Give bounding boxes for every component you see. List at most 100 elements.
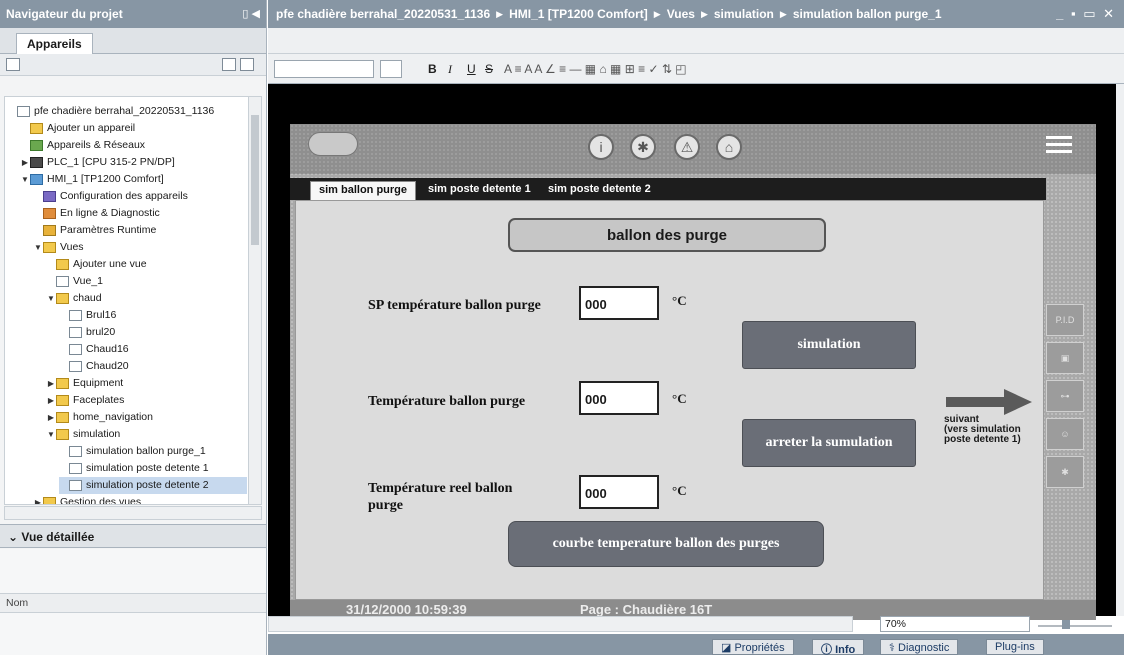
next-arrow-icon[interactable]	[946, 389, 1032, 415]
pid-button[interactable]: P.I.D	[1046, 304, 1084, 336]
strikethrough-button[interactable]: S	[485, 59, 493, 79]
tree-node[interactable]: Ajouter un appareil	[20, 120, 247, 137]
page-name-display: Page : Chaudière 16T	[580, 602, 713, 617]
tree-node[interactable]: Chaud16	[59, 341, 247, 358]
stop-simulation-button[interactable]: arreter la sumulation	[742, 419, 916, 467]
editor-vertical-scrollbar[interactable]	[1116, 84, 1124, 616]
tree-node[interactable]: En ligne & Diagnostic	[33, 205, 247, 222]
tree-node[interactable]: Ajouter une vue	[46, 256, 247, 273]
tree-node[interactable]: ▶ Equipment	[46, 375, 247, 392]
breadcrumb-hmi[interactable]: HMI_1 [TP1200 Comfort]	[509, 7, 648, 21]
italic-button[interactable]: I	[448, 59, 452, 79]
side-navigation: P.I.D ▣ ⊶ ☺ ✱	[1046, 304, 1086, 514]
zoom-slider[interactable]	[1036, 618, 1114, 630]
tree-node-label: Gestion des vues	[60, 496, 142, 505]
detail-name-column[interactable]: Nom	[0, 593, 266, 613]
chevron-down-icon[interactable]: ▼	[33, 239, 43, 256]
sync-icon[interactable]	[240, 58, 254, 71]
tree-node[interactable]: brul20	[59, 324, 247, 341]
format-tools-icon[interactable]: A ≡ A A ∠ ≡ — ▦ ⌂ ▦ ⊞ ≡ ✓ ⇅ ◰	[504, 59, 687, 79]
tab-diagnostic[interactable]: ⚕ Diagnostic	[880, 639, 959, 655]
tree-node-label: brul20	[86, 326, 116, 338]
detail-view-title[interactable]: ⌄ Vue détaillée	[0, 524, 266, 548]
tree-node[interactable]: simulation poste detente 1	[59, 460, 247, 477]
tree-node[interactable]: ▶ Faceplates	[46, 392, 247, 409]
font-size-select[interactable]	[380, 60, 402, 78]
tree-horizontal-scrollbar[interactable]	[4, 506, 262, 520]
breadcrumb-screen[interactable]: simulation ballon purge_1	[793, 7, 942, 21]
menu-icon[interactable]	[1046, 132, 1072, 158]
screen-icon	[69, 480, 82, 491]
tab-sim-ballon-purge[interactable]: sim ballon purge	[310, 181, 417, 200]
tab-plugins[interactable]: Plug-ins	[986, 639, 1044, 655]
chevron-right-icon[interactable]: ▶	[33, 494, 43, 504]
font-select[interactable]	[274, 60, 374, 78]
tree-node[interactable]: ▼ chaud	[46, 290, 247, 307]
tree-node[interactable]: Paramètres Runtime	[33, 222, 247, 239]
temperature-curve-button[interactable]: courbe temperature ballon des purges	[508, 521, 824, 567]
user-icon[interactable]: ☺	[1046, 418, 1084, 450]
tree-node-label: Brul16	[86, 309, 117, 321]
zoom-select[interactable]: 70%	[880, 616, 1030, 632]
reset-icon[interactable]: ✱	[1046, 456, 1084, 488]
trend-icon[interactable]: ▣	[1046, 342, 1084, 374]
tree-node[interactable]: ▼ HMI_1 [TP1200 Comfort]	[20, 171, 247, 188]
tree-node[interactable]: ▶ PLC_1 [CPU 315-2 PN/DP]	[20, 154, 247, 171]
underline-button[interactable]: U	[467, 59, 476, 79]
tree-node[interactable]: ▼ simulation	[46, 426, 247, 443]
temperature-field[interactable]: 000	[579, 381, 659, 415]
info-icon[interactable]: i	[588, 134, 614, 160]
chevron-right-icon[interactable]: ▶	[46, 392, 56, 409]
tree-node[interactable]: Brul16	[59, 307, 247, 324]
window-controls[interactable]: _ ▪ ▭ ✕	[1056, 6, 1116, 22]
collapse-icon[interactable]: ▯ ◀	[242, 7, 260, 20]
chevron-down-icon[interactable]: ▼	[46, 426, 56, 443]
tree-node-label: Paramètres Runtime	[60, 224, 157, 236]
tab-properties[interactable]: ◪ Propriétés	[712, 639, 794, 655]
tree-node-label: simulation poste detente 1	[86, 462, 209, 474]
tree-scrollbar[interactable]	[248, 97, 261, 504]
screen-tabs: sim ballon purge sim poste detente 1 sim…	[290, 178, 1046, 200]
tree-node-label: chaud	[73, 292, 102, 304]
tab-info[interactable]: ⓘ Info	[812, 639, 865, 655]
tree-node[interactable]: ▶ home_navigation	[46, 409, 247, 426]
overview-icon[interactable]	[6, 58, 20, 71]
tree-node[interactable]: Configuration des appareils	[33, 188, 247, 205]
tree-node[interactable]: pfe chadière berrahal_20220531_1136	[7, 103, 247, 120]
breadcrumb-project[interactable]: pfe chadière berrahal_20220531_1136	[276, 7, 490, 21]
gear-icon[interactable]: ✱	[630, 134, 656, 160]
tree-node[interactable]: simulation ballon purge_1	[59, 443, 247, 460]
panel-title[interactable]: ballon des purge	[508, 218, 826, 252]
tab-sim-poste-detente-1[interactable]: sim poste detente 1	[420, 181, 539, 200]
chevron-right-icon[interactable]: ▶	[20, 154, 30, 171]
chevron-down-icon[interactable]: ▼	[46, 290, 56, 307]
alarm-icon[interactable]: ⚠	[674, 134, 700, 160]
real-temperature-field[interactable]: 000	[579, 475, 659, 509]
breadcrumb-simulation[interactable]: simulation	[714, 7, 774, 21]
chevron-right-icon[interactable]: ▶	[46, 409, 56, 426]
tab-info-label: Info	[835, 644, 856, 655]
editor-horizontal-scrollbar[interactable]	[268, 616, 853, 632]
tab-diagnostic-label: Diagnostic	[898, 642, 950, 654]
tree-node[interactable]: ▶ Gestion des vues	[33, 494, 247, 505]
temperature-label: Température ballon purge	[368, 394, 526, 409]
tab-sim-poste-detente-2[interactable]: sim poste detente 2	[540, 181, 659, 200]
screen-icon	[69, 463, 82, 474]
valve-icon[interactable]: ⊶	[1046, 380, 1084, 412]
chevron-right-icon[interactable]: ▶	[46, 375, 56, 392]
tree-node[interactable]: Appareils & Réseaux	[20, 137, 247, 154]
sp-temperature-field[interactable]: 000	[579, 286, 659, 320]
tree-node[interactable]: simulation poste detente 2	[59, 477, 247, 494]
tree-node[interactable]: Vue_1	[46, 273, 247, 290]
chevron-down-icon[interactable]: ▼	[20, 171, 30, 188]
screen-editor-canvas[interactable]: i ✱ ⚠ ⌂ sim ballon purge sim poste deten…	[268, 84, 1116, 620]
tree-node[interactable]: ▼ Vues	[33, 239, 247, 256]
simulation-button[interactable]: simulation	[742, 321, 916, 369]
tab-appareils[interactable]: Appareils	[16, 33, 93, 54]
screen-icon	[69, 344, 82, 355]
view-toggle-icon[interactable]	[222, 58, 236, 71]
bold-button[interactable]: B	[428, 59, 437, 79]
tree-node[interactable]: Chaud20	[59, 358, 247, 375]
home-icon[interactable]: ⌂	[716, 134, 742, 160]
breadcrumb-vues[interactable]: Vues	[667, 7, 695, 21]
